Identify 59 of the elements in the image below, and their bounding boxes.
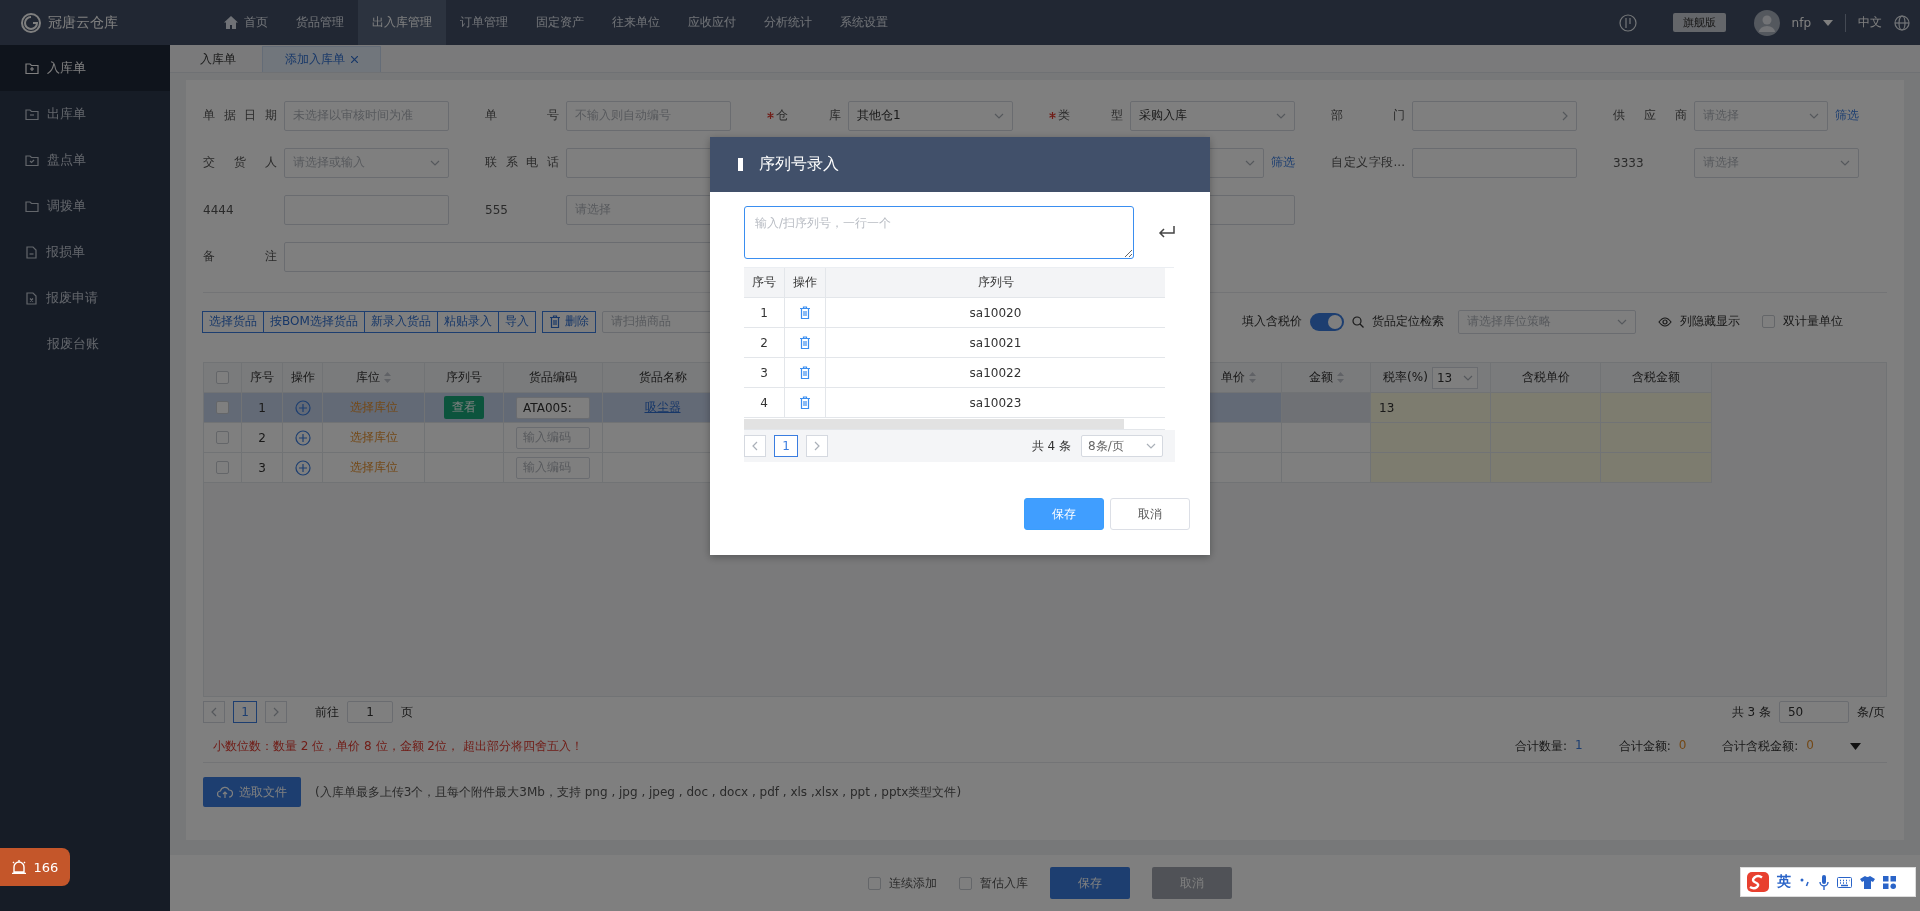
column-header: 操作 bbox=[290, 369, 315, 386]
total-value: 1 bbox=[1575, 738, 1583, 754]
total-count: 共 4 条 bbox=[1031, 437, 1071, 455]
checkbox-label: 连续添加 bbox=[889, 874, 937, 892]
total-count: 共 3 条 bbox=[1731, 703, 1771, 721]
goto-label: 前往 bbox=[315, 703, 339, 721]
field-label: 3333 bbox=[1613, 155, 1645, 170]
field-label: 联系电话 bbox=[485, 154, 559, 171]
column-header: 序号 bbox=[250, 369, 274, 386]
column-header: 货品名称 bbox=[638, 369, 687, 386]
upload-hint: (入库单最多上传3个，且每个附件最大3Mb，支持 png , jpg , jpeg , doc , docx , pdf , xls ,xlsx , ppt , pptx类型文件) bbox=[315, 783, 962, 801]
checkbox-label: 双计量单位 bbox=[1783, 313, 1843, 330]
table-cell: 1 bbox=[258, 400, 266, 415]
column-header: 操作 bbox=[793, 274, 817, 291]
table-cell: sa10022 bbox=[969, 365, 1022, 380]
field-label: 单号 bbox=[485, 107, 559, 124]
column-header: 单价 bbox=[1220, 369, 1245, 386]
field-label: 单据日期 bbox=[203, 107, 277, 124]
column-header: 金额 bbox=[1308, 369, 1333, 386]
dialog-title: 序列号录入 bbox=[759, 154, 839, 175]
total-value: 0 bbox=[1806, 738, 1814, 754]
field-label: 555 bbox=[485, 202, 509, 217]
column-header: 序号 bbox=[752, 274, 776, 291]
column-header: 库位 bbox=[356, 369, 380, 386]
column-header: 序列号 bbox=[977, 274, 1014, 291]
column-header: 货品编码 bbox=[529, 369, 577, 386]
table-cell: 1 bbox=[760, 305, 768, 320]
table-cell: 13 bbox=[1379, 400, 1395, 415]
field-label: 自定义字段... bbox=[1331, 154, 1405, 171]
table-cell: sa10020 bbox=[969, 305, 1022, 320]
table-cell: 3 bbox=[760, 365, 768, 380]
total-value: 0 bbox=[1678, 738, 1687, 754]
page-suffix: 页 bbox=[401, 703, 413, 721]
total-label: 合计含税金额: bbox=[1722, 738, 1799, 755]
field-label: 备注 bbox=[203, 248, 277, 265]
column-header: 含税金额 bbox=[1632, 369, 1680, 386]
column-header: 税率(%) bbox=[1383, 369, 1428, 386]
field-label: 交货人 bbox=[203, 154, 277, 171]
field-label: 仓库 bbox=[776, 107, 841, 124]
table-cell: 3 bbox=[258, 460, 266, 475]
field-label: 供应商 bbox=[1613, 107, 1687, 124]
decimal-notice: 小数位数：数量 2 位，单价 8 位，金额 2位， 超出部分将四舍五入！ bbox=[213, 738, 583, 755]
edition-badge: 旗舰版 bbox=[1672, 13, 1726, 32]
total-label: 合计金额: bbox=[1618, 738, 1671, 755]
table-cell: sa10023 bbox=[969, 395, 1022, 410]
table-cell: 2 bbox=[258, 430, 266, 445]
total-label: 合计数量: bbox=[1514, 738, 1567, 755]
table-cell: 4 bbox=[760, 395, 768, 410]
field-label: 部门 bbox=[1331, 107, 1405, 124]
column-header: 序列号 bbox=[446, 369, 482, 386]
field-label: 4444 bbox=[203, 202, 235, 217]
brand-name: 冠唐云仓库 bbox=[48, 13, 118, 32]
checkbox-label: 暂估入库 bbox=[980, 874, 1028, 892]
table-cell: sa10021 bbox=[969, 335, 1022, 350]
column-header: 含税单价 bbox=[1521, 369, 1570, 386]
toggle-label: 填入含税价 bbox=[1242, 313, 1302, 330]
field-label: 类型 bbox=[1058, 107, 1123, 124]
page-size-suffix: 条/页 bbox=[1856, 703, 1885, 721]
table-cell: 2 bbox=[760, 335, 768, 350]
